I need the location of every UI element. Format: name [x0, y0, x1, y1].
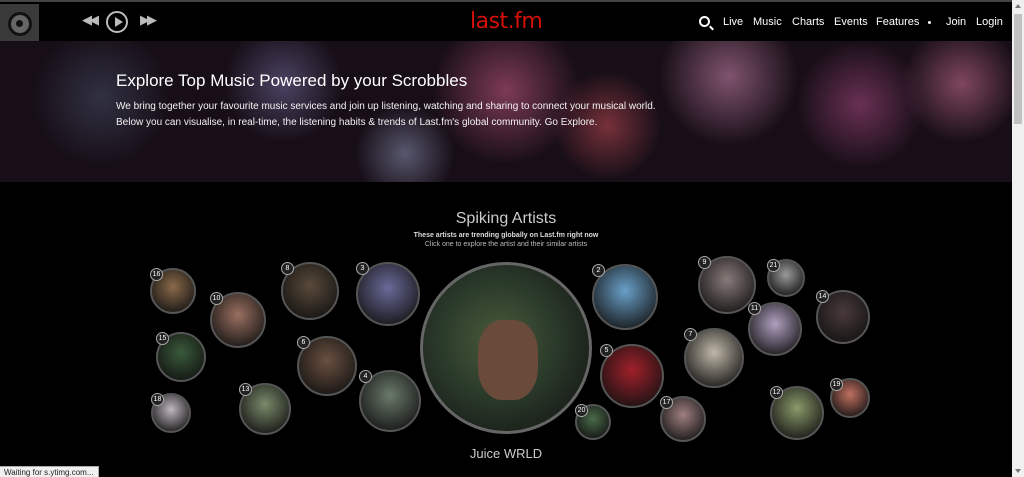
rank-badge: 21: [767, 259, 780, 272]
rank-badge: 6: [297, 336, 310, 349]
rank-badge: 19: [830, 378, 843, 391]
rank-badge: 4: [359, 370, 372, 383]
featured-artist-photo: [478, 320, 538, 400]
nav-separator-dot: [928, 21, 931, 24]
nav-music[interactable]: Music: [753, 16, 782, 28]
status-bar: Waiting for s.ytimg.com...: [0, 466, 99, 477]
rank-badge: 16: [150, 268, 163, 281]
rank-badge: 13: [239, 383, 252, 396]
rank-badge: 2: [592, 264, 605, 277]
scrollbar-thumb[interactable]: [1014, 14, 1022, 124]
rank-badge: 10: [210, 292, 223, 305]
section-title: Spiking Artists: [455, 210, 557, 227]
featured-artist-name[interactable]: Juice WRLD: [0, 446, 1012, 461]
rank-badge: 9: [698, 256, 711, 269]
nav-live[interactable]: Live: [723, 16, 743, 28]
rank-badge: 5: [600, 344, 613, 357]
hero-line-1: We bring together your favourite music s…: [116, 101, 656, 112]
search-icon[interactable]: [699, 16, 710, 27]
scroll-down-icon[interactable]: [1015, 469, 1021, 473]
nav-features[interactable]: Features: [876, 16, 919, 28]
player-disc-icon[interactable]: [0, 4, 39, 43]
rank-badge: 11: [748, 302, 761, 315]
hero-description: We bring together your favourite music s…: [116, 99, 656, 131]
next-track-icon[interactable]: ▶▶: [140, 12, 157, 28]
scroll-up-icon[interactable]: [1015, 4, 1021, 8]
rank-badge: 14: [816, 290, 829, 303]
top-bar: ◀◀ ▶▶ last.fm Live Music Charts Events F…: [0, 0, 1012, 43]
nav-login[interactable]: Login: [976, 16, 1003, 28]
rank-badge: 8: [281, 262, 294, 275]
rank-badge: 20: [575, 404, 588, 417]
rank-badge: 12: [770, 386, 783, 399]
scrollbar[interactable]: [1012, 0, 1024, 477]
featured-artist-bubble[interactable]: [420, 262, 592, 434]
hero-line-2: Below you can visualise, in real-time, t…: [116, 117, 598, 128]
hero-banner: Explore Top Music Powered by your Scrobb…: [0, 41, 1012, 182]
section-hint: Click one to explore the artist and thei…: [424, 241, 588, 248]
rank-badge: 15: [156, 332, 169, 345]
rank-badge: 3: [356, 262, 369, 275]
hero-title: Explore Top Music Powered by your Scrobb…: [116, 71, 468, 90]
section-subtitle: These artists are trending globally on L…: [413, 232, 599, 239]
nav-join[interactable]: Join: [946, 16, 966, 28]
rank-badge: 7: [684, 328, 697, 341]
lastfm-logo[interactable]: last.fm: [470, 9, 543, 34]
rank-badge: 17: [660, 396, 673, 409]
nav-events[interactable]: Events: [834, 16, 868, 28]
previous-track-icon[interactable]: ◀◀: [82, 12, 99, 28]
play-icon[interactable]: [106, 11, 128, 33]
nav-charts[interactable]: Charts: [792, 16, 824, 28]
rank-badge: 18: [151, 393, 164, 406]
